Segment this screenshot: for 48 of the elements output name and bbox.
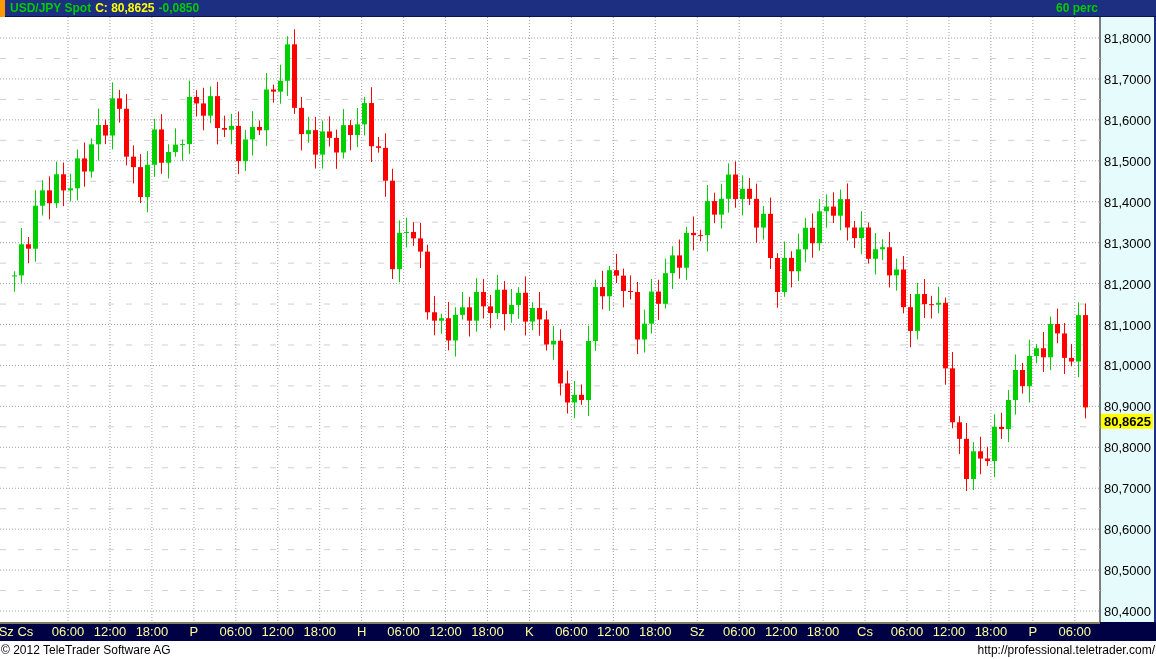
- time-axis-label: P: [189, 624, 199, 639]
- time-axis-label: K: [525, 624, 534, 639]
- close-price: C: 80,8625: [95, 0, 155, 17]
- website-url: http://professional.teletrader.com/: [977, 642, 1155, 659]
- price-axis-label: 80,6000: [1104, 522, 1151, 538]
- time-axis-label: 18:00: [974, 624, 1008, 639]
- time-axis-label: 18:00: [639, 624, 672, 639]
- time-axis-label: 12:00: [764, 624, 798, 639]
- time-axis-label: 06:00: [722, 624, 756, 639]
- price-axis-label: 81,1000: [1104, 317, 1151, 333]
- copyright-text: © 2012 TeleTrader Software AG: [1, 642, 171, 659]
- price-axis-label: 81,2000: [1104, 276, 1151, 292]
- price-axis-label: 80,7000: [1104, 481, 1151, 497]
- time-axis-label: 06:00: [890, 624, 924, 639]
- time-axis-label: Cs: [857, 624, 873, 639]
- time-axis-label: Sz: [689, 624, 705, 639]
- time-axis-label: 06:00: [555, 624, 588, 639]
- time-axis-label: 12:00: [932, 624, 966, 639]
- time-axis-label: 12:00: [261, 624, 294, 639]
- time-axis-label: P: [1028, 624, 1038, 639]
- time-axis-label: H: [356, 624, 367, 639]
- price-axis-label: 81,4000: [1104, 194, 1151, 210]
- price-change: -0,0850: [158, 0, 200, 17]
- interval-label: 60 perc: [1055, 0, 1098, 17]
- time-axis-label: 18:00: [303, 624, 336, 639]
- time-axis-label: 18:00: [135, 624, 169, 639]
- time-axis-label: 06:00: [1058, 624, 1092, 639]
- time-axis-label: 12:00: [597, 624, 630, 639]
- time-axis-label: 18:00: [471, 624, 504, 639]
- time-axis-label: 06:00: [387, 624, 420, 639]
- time-axis-label: 12:00: [429, 624, 462, 639]
- price-axis-label: 81,8000: [1104, 31, 1151, 46]
- time-axis-label: 18:00: [806, 624, 840, 639]
- symbol-title: USD/JPY Spot: [10, 0, 92, 17]
- time-axis-label: Sz Cs: [0, 624, 34, 639]
- symbol-marker-icon: [0, 0, 5, 17]
- price-axis-label: 80,9000: [1104, 399, 1151, 415]
- time-axis-label: 06:00: [51, 624, 85, 639]
- price-axis-label: 81,6000: [1104, 112, 1151, 128]
- time-axis-label: 12:00: [93, 624, 127, 639]
- time-axis-label: 06:00: [219, 624, 253, 639]
- price-axis-label: 81,0000: [1104, 358, 1151, 374]
- price-axis-label: 80,4000: [1104, 604, 1151, 619]
- price-axis-label: 81,5000: [1104, 153, 1151, 169]
- price-axis-label: 80,8000: [1104, 440, 1151, 456]
- price-axis-label: 80,5000: [1104, 563, 1151, 579]
- price-axis-label: 81,3000: [1104, 235, 1151, 251]
- price-axis-label: 81,7000: [1104, 71, 1151, 87]
